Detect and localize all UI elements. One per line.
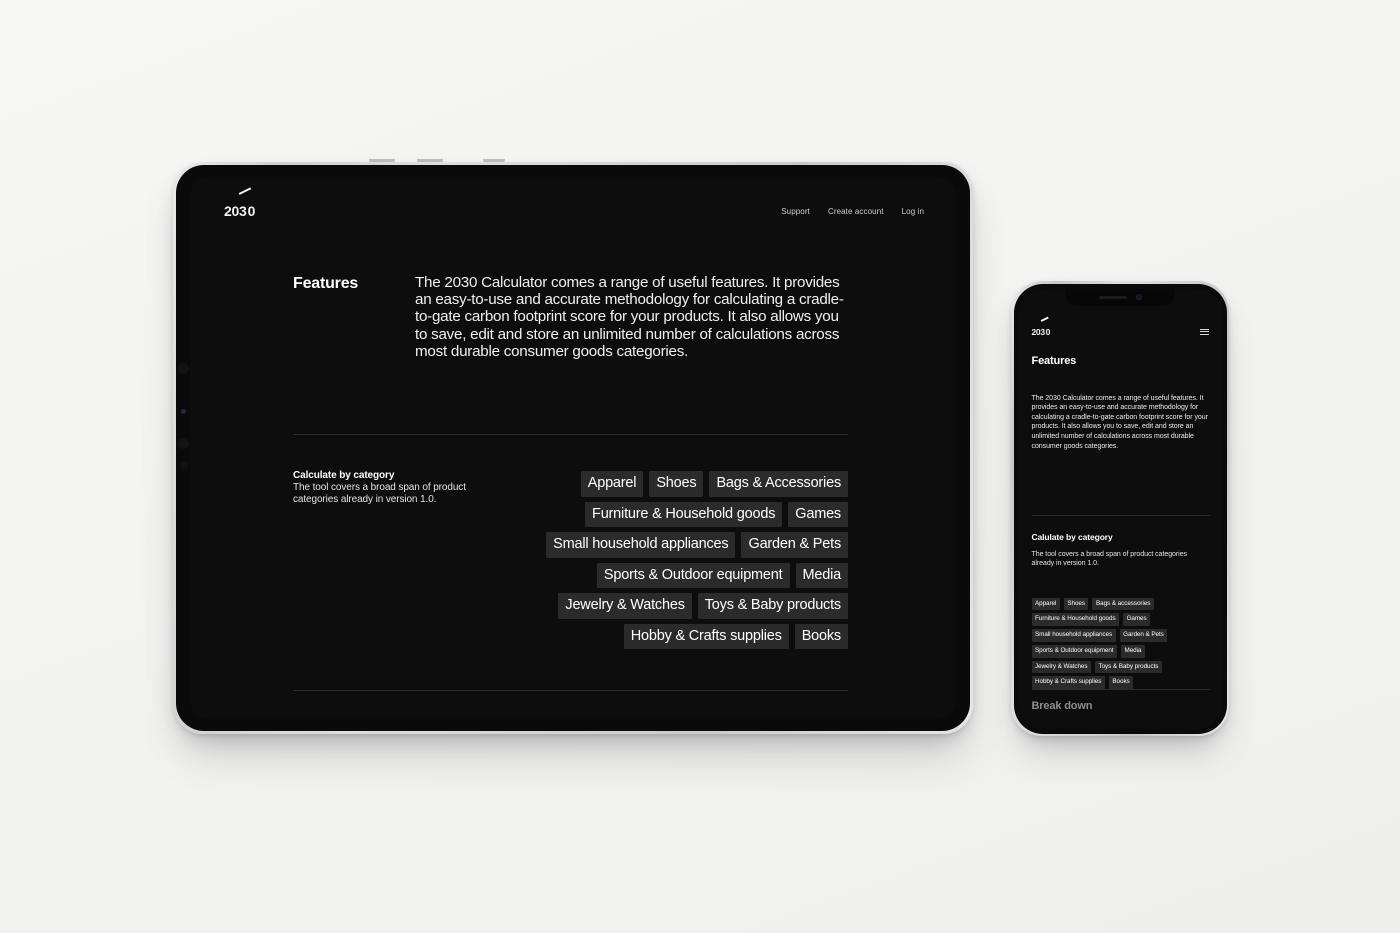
page-title: Features — [1031, 354, 1077, 367]
category-tag[interactable]: Apparel — [580, 471, 644, 497]
category-tag[interactable]: Books — [1108, 676, 1134, 690]
category-tag[interactable]: Games — [1123, 613, 1151, 627]
section-divider-bottom — [1031, 688, 1210, 690]
nav-link-create-account[interactable]: Create account — [828, 207, 884, 216]
logo-prefix: 20 — [1031, 326, 1041, 337]
category-tag[interactable]: Media — [795, 562, 848, 588]
category-tag[interactable]: Bags & Accessories — [709, 471, 848, 497]
category-tag[interactable]: Jewelry & Watches — [558, 593, 692, 619]
brand-logo[interactable]: 20 3 0 — [1032, 327, 1051, 337]
phone-topbar: 20 3 0 — [1032, 327, 1209, 337]
category-tag[interactable]: Sports & Outdoor equipment — [1031, 644, 1118, 658]
category-tag[interactable]: Small household appliances — [1031, 629, 1116, 642]
tablet-volume-button-down[interactable] — [417, 159, 443, 162]
phone-device: 20 3 0 Features The 2030 Calculator comes … — [1011, 281, 1229, 736]
section-divider-bottom — [293, 690, 848, 691]
logo-prefix: 20 — [224, 203, 239, 219]
category-tag-row: Furniture & Household goods Games — [585, 501, 848, 527]
category-tag[interactable]: Hobby & Crafts supplies — [623, 623, 789, 649]
section-divider-top — [1031, 514, 1210, 516]
category-tag[interactable]: Toys & Baby products — [1094, 660, 1162, 674]
tablet-topbar: 20 3 0 Support Create account Log in — [224, 203, 924, 219]
category-tag[interactable]: Jewelry & Watches — [1031, 660, 1091, 674]
logo-slashed-three: 3 — [1040, 326, 1045, 337]
tablet-device: 20 3 0 Support Create account Log in Featu… — [173, 159, 973, 734]
tablet-screen: 20 3 0 Support Create account Log in Featu… — [190, 177, 956, 719]
category-tag[interactable]: Furniture & Household goods — [1031, 613, 1120, 627]
category-tag[interactable]: Media — [1121, 644, 1145, 658]
phone-front-camera-icon — [1135, 294, 1142, 300]
category-tag-row: Small household appliances Garden & Pets — [1031, 629, 1168, 642]
tablet-features-section: Features The 2030 Calculator comes a ran… — [293, 274, 848, 360]
next-section-heading: Break down — [1031, 699, 1093, 712]
category-tag[interactable]: Hobby & Crafts supplies — [1031, 676, 1105, 690]
category-tag[interactable]: Books — [794, 623, 848, 649]
category-tag-list: Apparel Shoes Bags & accessories Furniture … — [1031, 597, 1212, 690]
category-tag[interactable]: Games — [788, 501, 848, 527]
tablet-categories-section: Calculate by category The tool covers a … — [293, 470, 848, 649]
category-tag-row: Jewelry & Watches Toys & Baby products — [1031, 660, 1162, 674]
tablet-microphone-icon — [180, 461, 188, 469]
scene-backdrop: 20 3 0 Support Create account Log in Featu… — [0, 0, 1400, 933]
category-tag[interactable]: Bags & accessories — [1092, 597, 1154, 611]
tablet-volume-button-up[interactable] — [369, 159, 395, 162]
category-tag[interactable]: Apparel — [1031, 597, 1060, 611]
category-tag-row: Hobby & Crafts supplies Books — [1031, 676, 1134, 690]
category-tag-row: Hobby & Crafts supplies Books — [623, 623, 848, 649]
logo-suffix: 0 — [247, 203, 256, 219]
categories-subtext: The tool covers a broad span of product … — [293, 482, 466, 506]
phone-notch — [1066, 288, 1174, 306]
category-tag[interactable]: Toys & Baby products — [697, 593, 848, 619]
category-tag[interactable]: Garden & Pets — [741, 532, 848, 558]
category-tag-row: Furniture & Household goods Games — [1031, 613, 1151, 627]
phone-bezel: 20 3 0 Features The 2030 Calculator comes … — [1013, 283, 1227, 734]
category-tag-row: Small household appliances Garden & Pets — [546, 532, 848, 558]
page-title: Features — [293, 275, 359, 292]
categories-text-column: Calculate by category The tool covers a … — [293, 470, 493, 649]
brand-logo[interactable]: 20 3 0 — [224, 203, 255, 219]
tablet-front-camera-icon — [178, 363, 189, 374]
tablet-power-button[interactable] — [483, 159, 505, 162]
tablet-bezel: 20 3 0 Support Create account Log in Featu… — [176, 165, 970, 731]
category-tag-row: Apparel Shoes Bags & accessories — [1031, 597, 1154, 611]
section-divider-top — [293, 434, 848, 435]
features-description: The 2030 Calculator comes a range of use… — [1031, 394, 1208, 450]
categories-heading: Calculate by category — [293, 470, 395, 481]
category-tag-row: Sports & Outdoor equipment Media — [1031, 644, 1145, 658]
tablet-depth-sensor-icon — [178, 438, 189, 449]
nav-link-support[interactable]: Support — [781, 207, 810, 216]
phone-screen: 20 3 0 Features The 2030 Calculator comes … — [1018, 288, 1222, 729]
phone-speaker-icon — [1098, 295, 1127, 299]
category-tag-row: Apparel Shoes Bags & Accessories — [580, 471, 848, 497]
hamburger-menu-icon[interactable] — [1199, 328, 1209, 335]
categories-subtext: The tool covers a broad span of product … — [1031, 550, 1188, 567]
tablet-nav: Support Create account Log in — [781, 207, 924, 216]
features-description: The 2030 Calculator comes a range of use… — [415, 274, 844, 360]
category-tag[interactable]: Shoes — [1063, 597, 1089, 611]
logo-slashed-three: 3 — [238, 203, 247, 219]
category-tag[interactable]: Shoes — [649, 471, 704, 497]
category-tag[interactable]: Furniture & Household goods — [585, 501, 783, 527]
logo-suffix: 0 — [1045, 326, 1051, 337]
category-tag-row: Sports & Outdoor equipment Media — [596, 562, 848, 588]
category-tag[interactable]: Sports & Outdoor equipment — [596, 562, 790, 588]
tablet-ambient-sensor-icon — [181, 409, 186, 414]
category-tag[interactable]: Garden & Pets — [1119, 629, 1168, 642]
category-tag-list: Apparel Shoes Bags & Accessories Furniture … — [493, 470, 848, 649]
category-tag[interactable]: Small household appliances — [546, 532, 736, 558]
nav-link-log-in[interactable]: Log in — [902, 207, 924, 216]
categories-heading: Calulate by category — [1031, 531, 1113, 542]
category-tag-row: Jewelry & Watches Toys & Baby products — [558, 593, 848, 619]
